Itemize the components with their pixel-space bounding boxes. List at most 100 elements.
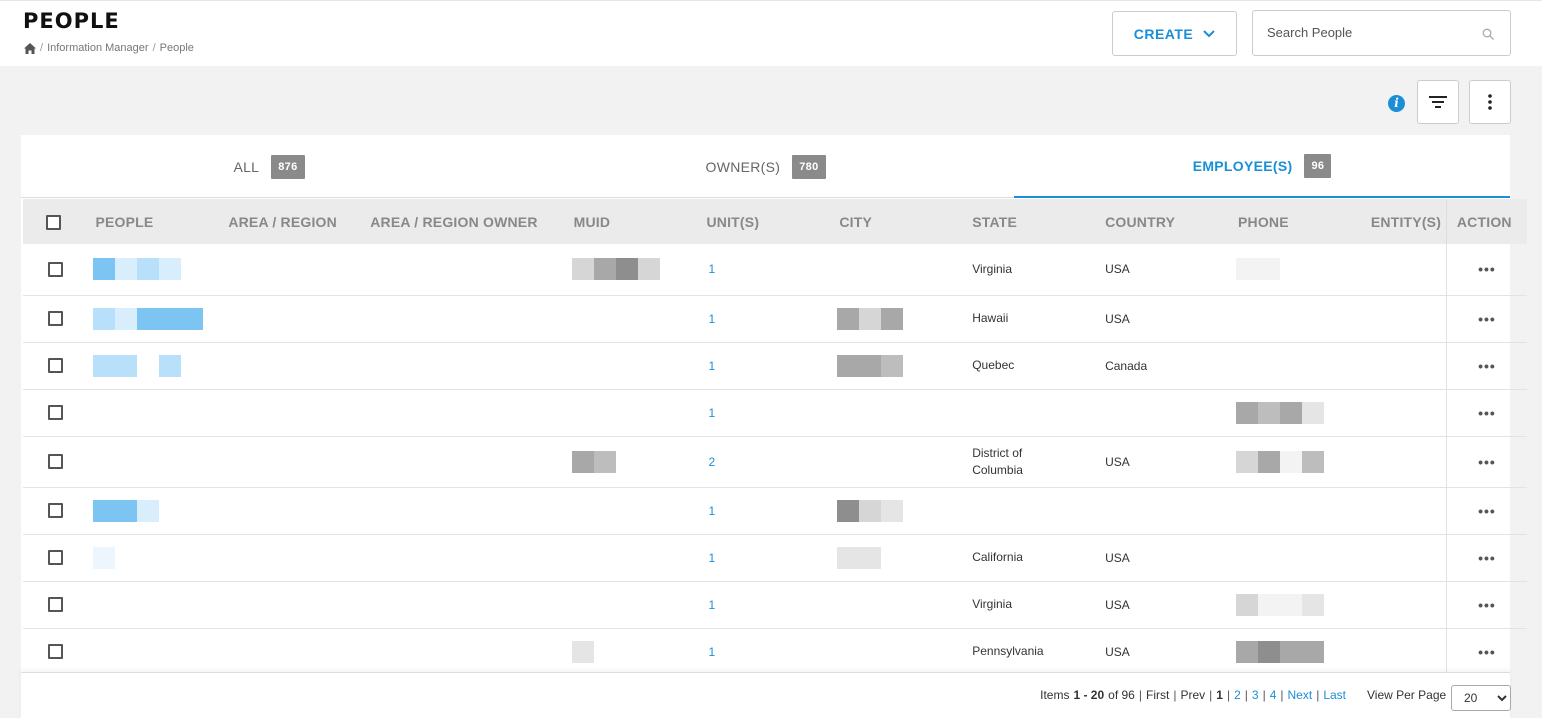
table-row[interactable]: 1 California USA •••: [23, 534, 1527, 581]
prev-page-link[interactable]: Prev: [1180, 688, 1205, 702]
info-icon[interactable]: i: [1388, 95, 1405, 112]
column-header-phone[interactable]: PHONE: [1232, 199, 1365, 244]
row-checkbox[interactable]: [48, 454, 63, 470]
cell-action: •••: [1445, 581, 1527, 628]
view-per-page-label: View Per Page: [1367, 688, 1447, 702]
table-row[interactable]: 1 Virginia USA •••: [23, 244, 1527, 295]
current-page: 1: [1216, 688, 1223, 702]
row-actions-icon[interactable]: •••: [1478, 503, 1496, 519]
cell-units[interactable]: 1: [700, 342, 833, 389]
breadcrumb: / Information Manager / People: [24, 42, 194, 54]
row-actions-icon[interactable]: •••: [1478, 261, 1496, 277]
page-link-2[interactable]: 2: [1234, 688, 1241, 702]
next-page-link[interactable]: Next: [1288, 688, 1313, 702]
tab-employees[interactable]: EMPLOYEE(S) 96: [1014, 135, 1510, 198]
row-checkbox[interactable]: [48, 311, 63, 327]
column-header-state[interactable]: STATE: [966, 199, 1099, 244]
cell-units[interactable]: 1: [700, 295, 833, 342]
row-actions-icon[interactable]: •••: [1478, 550, 1496, 566]
cell-city: [833, 628, 966, 674]
column-header-area-region[interactable]: AREA / REGION: [222, 199, 364, 244]
cell-people: [89, 628, 222, 674]
row-actions-icon[interactable]: •••: [1478, 454, 1496, 470]
cell-areaowner: [364, 436, 567, 487]
cell-units[interactable]: 1: [700, 581, 833, 628]
table-row[interactable]: 1 •••: [23, 389, 1527, 436]
row-actions-icon[interactable]: •••: [1478, 358, 1496, 374]
search-input[interactable]: [1267, 25, 1467, 40]
column-header-area-region-owner[interactable]: AREA / REGION OWNER: [364, 199, 567, 244]
cell-units[interactable]: 1: [700, 487, 833, 534]
page-link-4[interactable]: 4: [1270, 688, 1277, 702]
cell-areaowner: [364, 295, 567, 342]
cell-phone: [1232, 581, 1365, 628]
select-all-checkbox[interactable]: [46, 214, 61, 230]
redacted-content: [837, 499, 904, 522]
cell-muid: [568, 436, 701, 487]
cell-units[interactable]: 1: [700, 534, 833, 581]
cell-muid: [568, 342, 701, 389]
table-row[interactable]: 1 •••: [23, 487, 1527, 534]
column-header-units[interactable]: UNIT(S): [700, 199, 833, 244]
cell-units[interactable]: 1: [700, 389, 833, 436]
redacted-content: [837, 546, 882, 569]
redacted-content: [1235, 401, 1324, 424]
first-page-link[interactable]: First: [1146, 688, 1169, 702]
column-header-people[interactable]: PEOPLE: [89, 199, 222, 244]
create-button[interactable]: CREATE: [1112, 11, 1237, 56]
filter-button[interactable]: [1417, 80, 1459, 124]
items-total: of 96: [1108, 688, 1135, 702]
row-checkbox[interactable]: [48, 597, 63, 613]
tab-owners[interactable]: OWNER(S) 780: [517, 135, 1014, 198]
more-options-button[interactable]: [1469, 80, 1511, 124]
people-card: ALL 876 OWNER(S) 780 EMPLOYEE(S) 96 PEOP…: [21, 135, 1527, 718]
row-actions-icon[interactable]: •••: [1478, 597, 1496, 613]
cell-units[interactable]: 2: [700, 436, 833, 487]
row-actions-icon[interactable]: •••: [1478, 311, 1496, 327]
column-header-entities[interactable]: ENTITY(S): [1365, 199, 1447, 244]
table-row[interactable]: 1 Pennsylvania USA •••: [23, 628, 1527, 674]
table-row[interactable]: 1 Quebec Canada •••: [23, 342, 1527, 389]
row-actions-icon[interactable]: •••: [1478, 644, 1496, 660]
cell-state: Virginia: [972, 261, 1013, 276]
redacted-content: [1235, 258, 1280, 281]
search-icon[interactable]: [1482, 28, 1494, 40]
breadcrumb-separator: /: [152, 42, 156, 54]
last-page-link[interactable]: Last: [1323, 688, 1346, 702]
column-header-country[interactable]: COUNTRY: [1099, 199, 1232, 244]
tab-all[interactable]: ALL 876: [21, 135, 517, 198]
cell-units[interactable]: 1: [700, 244, 833, 295]
row-checkbox[interactable]: [48, 503, 63, 519]
cell-area: [222, 487, 364, 534]
table-row[interactable]: 2 District of Columbia USA •••: [23, 436, 1527, 487]
column-header-city[interactable]: CITY: [833, 199, 966, 244]
cell-entities: [1365, 628, 1447, 674]
row-checkbox[interactable]: [48, 644, 63, 660]
column-header-muid[interactable]: MUID: [568, 199, 701, 244]
table-row[interactable]: 1 Hawaii USA •••: [23, 295, 1527, 342]
row-checkbox[interactable]: [48, 261, 63, 277]
row-checkbox[interactable]: [48, 405, 63, 421]
cell-units[interactable]: 1: [700, 628, 833, 674]
cell-areaowner: [364, 244, 567, 295]
column-header-action: ACTION: [1445, 199, 1527, 244]
cell-people: [89, 342, 222, 389]
row-checkbox[interactable]: [48, 358, 63, 374]
cell-state: Virginia: [972, 597, 1013, 611]
row-actions-icon[interactable]: •••: [1478, 405, 1496, 421]
table-row[interactable]: 1 Virginia USA •••: [23, 581, 1527, 628]
row-checkbox[interactable]: [48, 550, 63, 566]
redacted-content: [1235, 640, 1324, 663]
home-icon[interactable]: [24, 42, 36, 54]
cell-area: [222, 628, 364, 674]
cell-areaowner: [364, 581, 567, 628]
cell-people: [89, 389, 222, 436]
cell-areaowner: [364, 534, 567, 581]
tab-label: ALL: [233, 158, 260, 175]
cell-country: USA: [1105, 644, 1130, 659]
cell-action: •••: [1445, 487, 1527, 534]
per-page-select[interactable]: 20: [1451, 685, 1511, 711]
breadcrumb-item-information-manager[interactable]: Information Manager: [47, 42, 149, 54]
cell-area: [222, 581, 364, 628]
page-link-3[interactable]: 3: [1252, 688, 1259, 702]
